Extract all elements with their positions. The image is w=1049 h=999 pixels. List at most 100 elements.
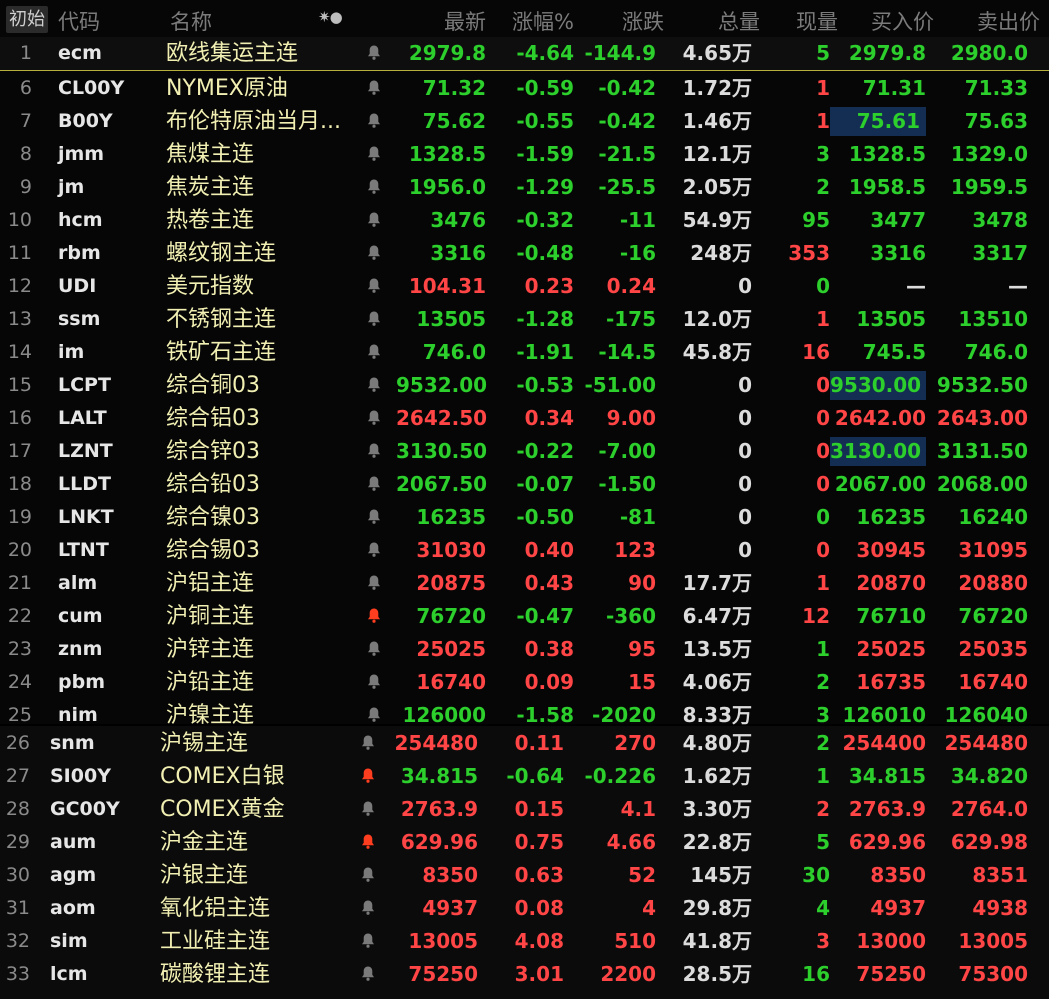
row-code: lcm bbox=[50, 963, 88, 985]
bell-icon[interactable] bbox=[358, 960, 378, 994]
table-row[interactable]: 7 B00Y 布伦特原油当月... 75.62 -0.55 -0.42 1.46万 1 75.6… bbox=[0, 105, 1049, 138]
table-row[interactable]: 24 pbm 沪铅主连 16740 0.09 15 4.06万 2 16735 16740 bbox=[0, 666, 1049, 699]
row-code: rbm bbox=[58, 242, 101, 264]
row-last-price: 8350 bbox=[422, 863, 478, 887]
row-current-volume: 4 bbox=[816, 896, 830, 920]
row-bid: 30945 bbox=[856, 538, 926, 562]
settings-icon[interactable]: ✷● bbox=[318, 8, 343, 26]
init-button[interactable]: 初始 bbox=[6, 6, 48, 33]
col-bid[interactable]: 买入价 bbox=[840, 6, 934, 36]
row-name: 综合锡03 bbox=[166, 538, 260, 563]
bell-icon[interactable] bbox=[364, 206, 384, 240]
row-last-price: 31030 bbox=[416, 538, 486, 562]
row-name: 焦炭主连 bbox=[166, 175, 255, 200]
row-change: -16 bbox=[619, 241, 656, 265]
bell-icon[interactable] bbox=[364, 140, 384, 174]
row-last-price: 254480 bbox=[394, 731, 479, 755]
bell-icon[interactable] bbox=[364, 305, 384, 339]
bell-icon[interactable] bbox=[364, 173, 384, 207]
bell-icon[interactable] bbox=[364, 470, 384, 504]
table-row[interactable]: 27 SI00Y COMEX白银 34.815 -0.64 -0.226 1.62万 1 34.… bbox=[0, 760, 1049, 793]
table-row[interactable]: 21 alm 沪铝主连 20875 0.43 90 17.7万 1 20870 20880 bbox=[0, 567, 1049, 600]
table-row[interactable]: 32 sim 工业硅主连 13005 4.08 510 41.8万 3 13000 13005 bbox=[0, 925, 1049, 958]
table-row[interactable]: 22 cum 沪铜主连 76720 -0.47 -360 6.47万 12 76710 76720 bbox=[0, 600, 1049, 633]
col-cur-vol[interactable]: 现量 bbox=[770, 6, 838, 36]
table-row[interactable]: 11 rbm 螺纹钢主连 3316 -0.48 -16 248万 353 3316 3317 bbox=[0, 237, 1049, 270]
bell-icon[interactable] bbox=[364, 74, 384, 108]
row-ask: 254480 bbox=[944, 731, 1029, 755]
col-code[interactable]: 代码 bbox=[58, 6, 100, 36]
row-bid: 1328.5 bbox=[848, 142, 926, 166]
bell-icon[interactable] bbox=[364, 602, 384, 636]
bell-icon[interactable] bbox=[358, 795, 378, 829]
row-name: 热卷主连 bbox=[166, 208, 255, 233]
table-row[interactable]: 16 LALT 综合铝03 2642.50 0.34 9.00 0 0 2642.00 2643.… bbox=[0, 402, 1049, 435]
bell-icon[interactable] bbox=[364, 635, 384, 669]
table-row[interactable]: 31 aom 氧化铝主连 4937 0.08 4 29.8万 4 4937 4938 bbox=[0, 892, 1049, 925]
col-ask[interactable]: 卖出价 bbox=[940, 6, 1040, 36]
bell-icon[interactable] bbox=[364, 272, 384, 306]
col-chg[interactable]: 涨跌 bbox=[580, 6, 664, 36]
row-change: 123 bbox=[614, 538, 656, 562]
bell-icon[interactable] bbox=[364, 668, 384, 702]
row-change: 52 bbox=[628, 863, 656, 887]
row-change-pct: -0.22 bbox=[516, 439, 574, 463]
table-row[interactable]: 23 znm 沪锌主连 25025 0.38 95 13.5万 1 25025 25035 bbox=[0, 633, 1049, 666]
bell-icon[interactable] bbox=[364, 107, 384, 141]
table-row[interactable]: 14 im 铁矿石主连 746.0 -1.91 -14.5 45.8万 16 745.5 746.… bbox=[0, 336, 1049, 369]
table-row[interactable]: 13 ssm 不锈钢主连 13505 -1.28 -175 12.0万 1 13505 13510 bbox=[0, 303, 1049, 336]
bell-icon[interactable] bbox=[364, 503, 384, 537]
bell-icon[interactable] bbox=[364, 39, 384, 73]
table-row[interactable]: 29 aum 沪金主连 629.96 0.75 4.66 22.8万 5 629.96 629.9… bbox=[0, 826, 1049, 859]
table-row[interactable]: 20 LTNT 综合锡03 31030 0.40 123 0 0 30945 31095 bbox=[0, 534, 1049, 567]
table-row[interactable]: 6 CL00Y NYMEX原油 71.32 -0.59 -0.42 1.72万 1 71.31 7… bbox=[0, 72, 1049, 105]
table-row[interactable]: 15 LCPT 综合铜03 9532.00 -0.53 -51.00 0 0 9530.00 95… bbox=[0, 369, 1049, 402]
table-row[interactable]: 30 agm 沪银主连 8350 0.63 52 145万 30 8350 8351 bbox=[0, 859, 1049, 892]
row-change-pct: 0.34 bbox=[524, 406, 574, 430]
row-name: NYMEX原油 bbox=[166, 76, 288, 101]
row-last-price: 3130.50 bbox=[396, 439, 488, 463]
bell-icon[interactable] bbox=[364, 404, 384, 438]
table-row[interactable]: 12 UDI 美元指数 104.31 0.23 0.24 0 0 — — bbox=[0, 270, 1049, 303]
row-index: 19 bbox=[7, 506, 32, 528]
bell-icon[interactable] bbox=[358, 927, 378, 961]
bell-icon[interactable] bbox=[358, 894, 378, 928]
col-last[interactable]: 最新 bbox=[400, 6, 486, 36]
table-row[interactable]: 8 jmm 焦煤主连 1328.5 -1.59 -21.5 12.1万 3 1328.5 1329… bbox=[0, 138, 1049, 171]
bell-icon[interactable] bbox=[364, 569, 384, 603]
col-pct[interactable]: 涨幅% bbox=[490, 6, 574, 36]
bell-icon[interactable] bbox=[358, 762, 378, 796]
row-name: 综合锌03 bbox=[166, 439, 260, 464]
quote-table-bottom: 26 snm 沪锡主连 254480 0.11 270 4.80万 2 254400 254480… bbox=[0, 726, 1049, 999]
table-row[interactable]: 10 hcm 热卷主连 3476 -0.32 -11 54.9万 95 3477 3478 bbox=[0, 204, 1049, 237]
bell-icon[interactable] bbox=[364, 536, 384, 570]
row-change-pct: -1.91 bbox=[516, 340, 574, 364]
table-row[interactable]: 33 lcm 碳酸锂主连 75250 3.01 2200 28.5万 16 75250 75300 bbox=[0, 958, 1049, 991]
row-change-pct: 0.11 bbox=[514, 731, 564, 755]
row-ask: 2980.0 bbox=[950, 41, 1028, 65]
table-row[interactable]: 9 jm 焦炭主连 1956.0 -1.29 -25.5 2.05万 2 1958.5 1959.… bbox=[0, 171, 1049, 204]
row-index: 14 bbox=[7, 341, 32, 363]
bell-icon[interactable] bbox=[364, 239, 384, 273]
bell-icon[interactable] bbox=[358, 828, 378, 862]
bell-icon[interactable] bbox=[364, 437, 384, 471]
table-row[interactable]: 28 GC00Y COMEX黄金 2763.9 0.15 4.1 3.30万 2 2763.9 2… bbox=[0, 793, 1049, 826]
table-row[interactable]: 18 LLDT 综合铅03 2067.50 -0.07 -1.50 0 0 2067.00 206… bbox=[0, 468, 1049, 501]
bell-icon[interactable] bbox=[358, 729, 378, 763]
bell-icon[interactable] bbox=[364, 371, 384, 405]
row-name: 综合铅03 bbox=[166, 472, 260, 497]
bell-icon[interactable] bbox=[358, 861, 378, 895]
row-change-pct: -0.47 bbox=[516, 604, 574, 628]
table-row[interactable]: 1 ecm 欧线集运主连 2979.8 -4.64 -144.9 4.65万 5 2979.8 2… bbox=[0, 37, 1049, 71]
row-ask: 2068.00 bbox=[936, 472, 1028, 496]
row-change-pct: 0.08 bbox=[514, 896, 564, 920]
row-change-pct: -1.29 bbox=[516, 175, 574, 199]
col-name[interactable]: 名称 bbox=[170, 6, 212, 36]
table-row[interactable]: 19 LNKT 综合镍03 16235 -0.50 -81 0 0 16235 16240 bbox=[0, 501, 1049, 534]
bell-icon[interactable] bbox=[364, 338, 384, 372]
col-volume[interactable]: 总量 bbox=[670, 6, 760, 36]
table-row[interactable]: 17 LZNT 综合锌03 3130.50 -0.22 -7.00 0 0 3130.00 313… bbox=[0, 435, 1049, 468]
row-index: 22 bbox=[7, 605, 32, 627]
table-row[interactable]: 26 snm 沪锡主连 254480 0.11 270 4.80万 2 254400 254480 bbox=[0, 727, 1049, 760]
row-code: LCPT bbox=[58, 374, 111, 396]
